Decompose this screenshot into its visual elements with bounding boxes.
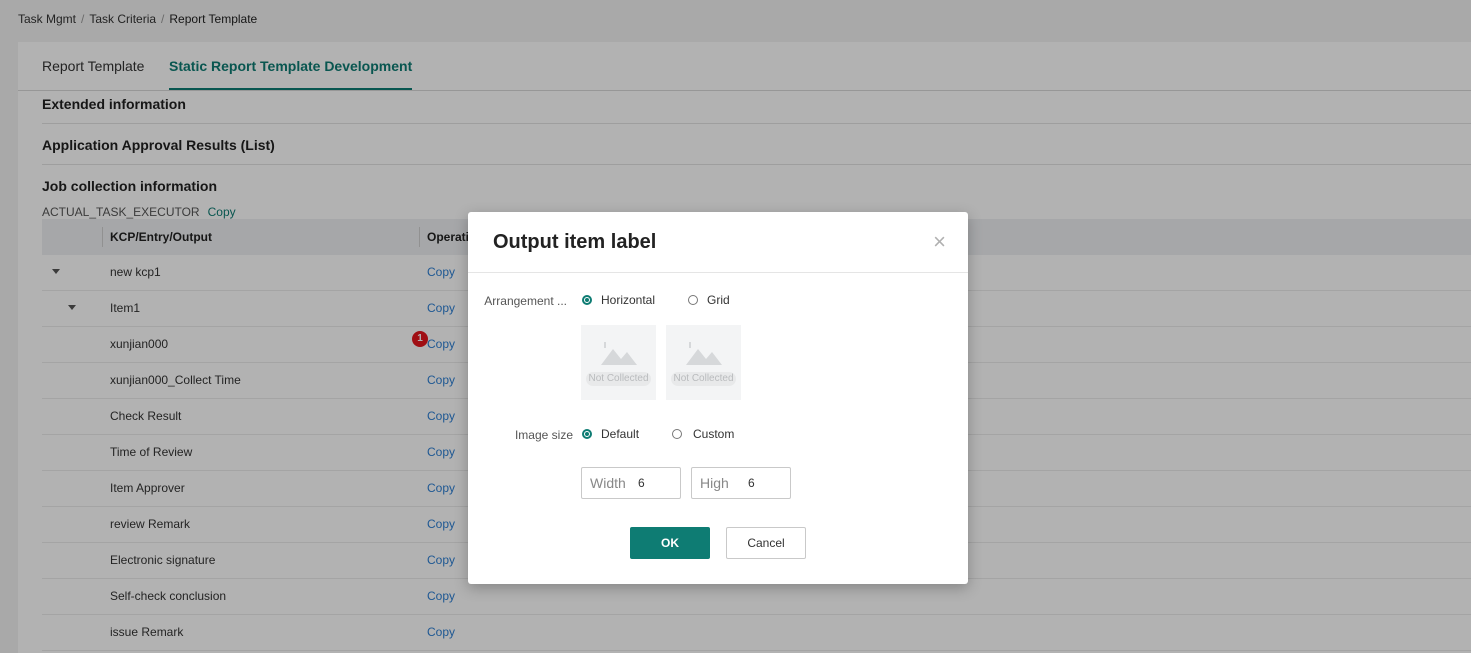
radio-checked-icon — [582, 429, 592, 439]
dialog-divider — [468, 272, 968, 273]
radio-label: Default — [601, 427, 640, 441]
radio-default[interactable]: Default — [582, 427, 639, 441]
dialog-title: Output item label — [493, 231, 657, 253]
high-input[interactable] — [748, 476, 784, 490]
radio-grid[interactable]: Grid — [688, 293, 730, 307]
horizontal-layout-preview: Not Collected — [581, 325, 656, 400]
cancel-button[interactable]: Cancel — [726, 527, 806, 559]
radio-label: Custom — [693, 427, 735, 441]
radio-horizontal[interactable]: Horizontal — [582, 293, 655, 307]
output-item-label-dialog: Output item label × Arrangement ... Hori… — [468, 212, 968, 584]
close-icon[interactable]: × — [933, 231, 946, 253]
horizontal-layout-preview: Not Collected — [666, 325, 741, 400]
image-placeholder-icon — [686, 342, 722, 365]
width-field-label: Width — [590, 475, 626, 491]
image-placeholder-icon — [601, 342, 637, 365]
high-field[interactable]: High — [691, 467, 791, 499]
high-field-label: High — [700, 475, 729, 491]
not-collected-label: Not Collected — [671, 372, 736, 386]
radio-label: Horizontal — [601, 293, 656, 307]
arrangement-label: Arrangement ... — [484, 294, 567, 308]
width-input[interactable] — [638, 476, 674, 490]
radio-custom[interactable]: Custom — [672, 427, 734, 441]
radio-label: Grid — [707, 293, 730, 307]
radio-unchecked-icon — [688, 295, 698, 305]
radio-checked-icon — [582, 295, 592, 305]
ok-button[interactable]: OK — [630, 527, 710, 559]
not-collected-label: Not Collected — [586, 372, 651, 386]
radio-unchecked-icon — [672, 429, 682, 439]
image-size-label: Image size — [514, 428, 573, 442]
width-field[interactable]: Width — [581, 467, 681, 499]
